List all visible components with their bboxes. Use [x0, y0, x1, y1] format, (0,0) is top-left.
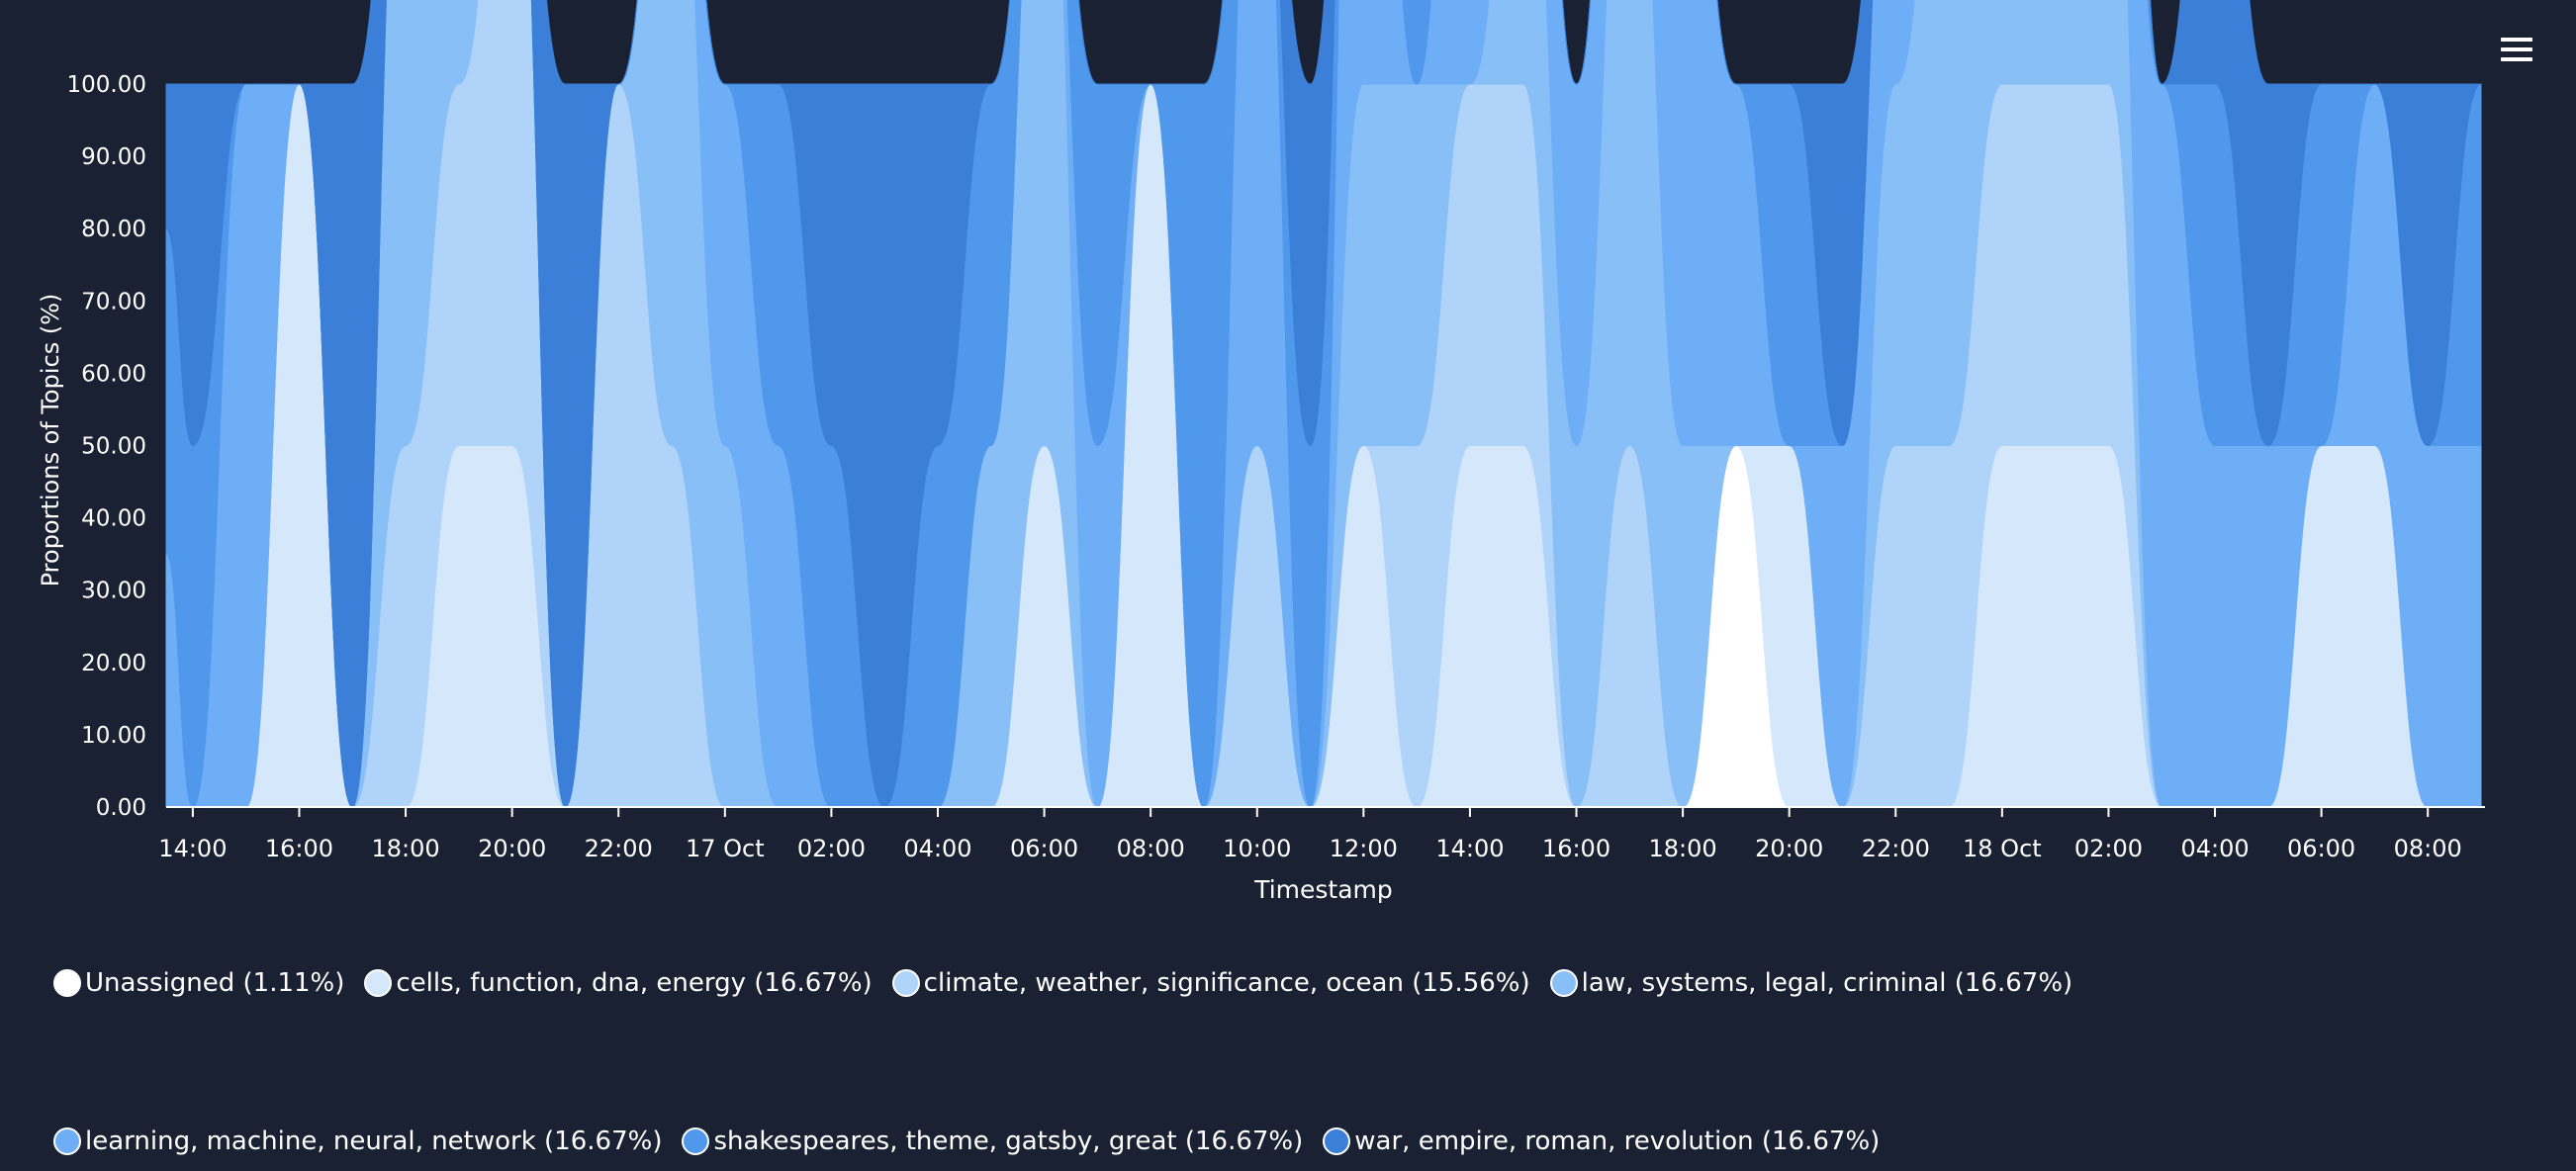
legend: Unassigned (1.11%) cells, function, dna, …	[53, 961, 2527, 1163]
y-tick-label: 0.00	[96, 795, 146, 821]
legend-item[interactable]: Unassigned (1.11%)	[53, 961, 344, 1005]
legend-item[interactable]: war, empire, roman, revolution (16.67%)	[1323, 1120, 1880, 1163]
legend-swatch	[53, 1127, 81, 1155]
legend-label: learning, machine, neural, network (16.6…	[85, 1126, 663, 1156]
y-tick-label: 50.00	[81, 434, 146, 460]
y-tick-label: 80.00	[81, 217, 146, 242]
x-tick-label: 18 Oct	[1963, 835, 2042, 862]
x-tick-label: 16:00	[1542, 835, 1610, 862]
x-tick-label: 17 Oct	[686, 835, 765, 862]
legend-label: war, empire, roman, revolution (16.67%)	[1354, 1126, 1881, 1156]
y-tick-label: 90.00	[81, 144, 146, 170]
x-tick-label: 20:00	[1755, 835, 1823, 862]
legend-label: law, systems, legal, criminal (16.67%)	[1581, 968, 2073, 998]
x-tick-label: 22:00	[1862, 835, 1930, 862]
x-tick-label: 14:00	[1435, 835, 1504, 862]
legend-label: Unassigned (1.11%)	[85, 968, 345, 998]
y-tick-label: 100.00	[67, 72, 146, 98]
hamburger-menu-icon[interactable]	[2499, 36, 2534, 63]
legend-swatch	[1549, 969, 1578, 997]
x-tick-label: 06:00	[2287, 835, 2355, 862]
y-tick-label: 10.00	[81, 723, 146, 749]
legend-label: shakespeares, theme, gatsby, great (16.6…	[713, 1126, 1304, 1156]
x-tick-label: 08:00	[1117, 835, 1185, 862]
x-tick-label: 18:00	[371, 835, 439, 862]
x-tick-label: 18:00	[1649, 835, 1717, 862]
y-tick-label: 30.00	[81, 579, 146, 604]
stacked-area-chart: 0.00 10.00 20.00 30.00 40.00 50.00 60.00 70.00 8…	[67, 0, 2485, 904]
x-tick-label: 14:00	[158, 835, 227, 862]
legend-item[interactable]: climate, weather, significance, ocean (1…	[891, 961, 1530, 1005]
legend-item[interactable]: learning, machine, neural, network (16.6…	[53, 1120, 662, 1163]
legend-swatch	[682, 1127, 710, 1155]
y-tick-label: 60.00	[81, 361, 146, 387]
area-series-group	[165, 0, 2482, 808]
x-tick-label: 12:00	[1330, 835, 1398, 862]
legend-item[interactable]: cells, function, dna, energy (16.67%)	[364, 961, 873, 1005]
x-tick-label: 04:00	[2180, 835, 2249, 862]
x-tick-label: 02:00	[797, 835, 866, 862]
x-tick-label: 22:00	[585, 835, 653, 862]
y-tick-label: 40.00	[81, 506, 146, 532]
legend-label: cells, function, dna, energy (16.67%)	[396, 968, 873, 998]
y-axis-label: Proportions of Topics (%)	[37, 293, 64, 587]
x-tick-label: 16:00	[265, 835, 333, 862]
legend-item[interactable]: shakespeares, theme, gatsby, great (16.6…	[682, 1120, 1303, 1163]
legend-swatch	[891, 969, 920, 997]
x-tick-label: 02:00	[2074, 835, 2143, 862]
x-tick-label: 20:00	[478, 835, 546, 862]
legend-item[interactable]: law, systems, legal, criminal (16.67%)	[1549, 961, 2073, 1005]
x-tick-label: 06:00	[1010, 835, 1078, 862]
y-tick-label: 20.00	[81, 651, 146, 676]
x-tick-label: 04:00	[903, 835, 971, 862]
legend-label: climate, weather, significance, ocean (1…	[923, 968, 1530, 998]
x-axis-label: Timestamp	[1253, 875, 1393, 904]
x-tick-label: 10:00	[1223, 835, 1291, 862]
legend-swatch	[1323, 1127, 1351, 1155]
x-tick-label: 08:00	[2394, 835, 2462, 862]
legend-swatch	[364, 969, 393, 997]
legend-swatch	[53, 969, 81, 997]
y-tick-label: 70.00	[81, 289, 146, 315]
